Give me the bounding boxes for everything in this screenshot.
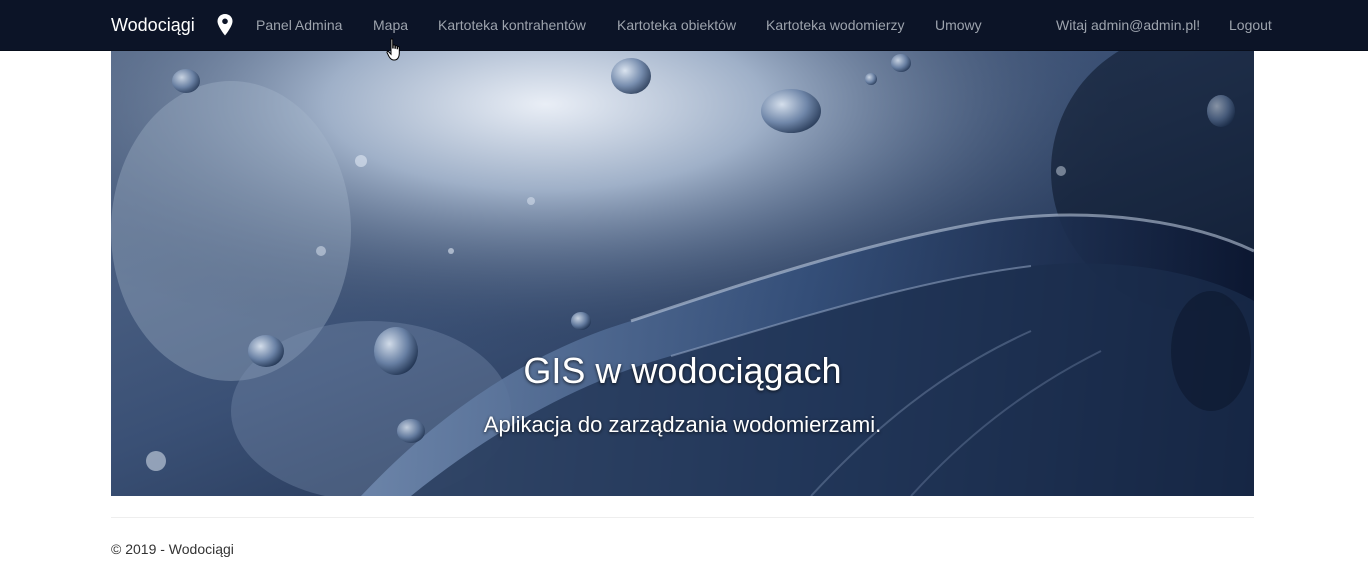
footer-copyright: © 2019 - Wodociągi <box>111 541 234 557</box>
nav-kartoteka-wodomierzy[interactable]: Kartoteka wodomierzy <box>766 16 905 34</box>
nav-kartoteka-kontrahentow[interactable]: Kartoteka kontrahentów <box>438 16 586 34</box>
brand-link[interactable]: Wodociągi <box>111 13 195 37</box>
nav-panel-admina[interactable]: Panel Admina <box>256 16 342 34</box>
nav-mapa[interactable]: Mapa <box>373 16 408 34</box>
user-greeting-link[interactable]: Witaj admin@admin.pl! <box>1056 16 1200 34</box>
hero-title: GIS w wodociągach <box>523 350 842 391</box>
map-pin-icon[interactable] <box>216 13 234 37</box>
logout-link[interactable]: Logout <box>1229 16 1272 34</box>
hero-subtitle: Aplikacja do zarządzania wodomierzami. <box>483 412 882 437</box>
top-navbar: Wodociągi Panel Admina Mapa Kartoteka ko… <box>0 0 1368 51</box>
nav-umowy[interactable]: Umowy <box>935 16 982 34</box>
footer-divider <box>111 517 1254 518</box>
hero-banner: GIS w wodociągach Aplikacja do zarządzan… <box>111 51 1254 496</box>
nav-kartoteka-obiektow[interactable]: Kartoteka obiektów <box>617 16 736 34</box>
